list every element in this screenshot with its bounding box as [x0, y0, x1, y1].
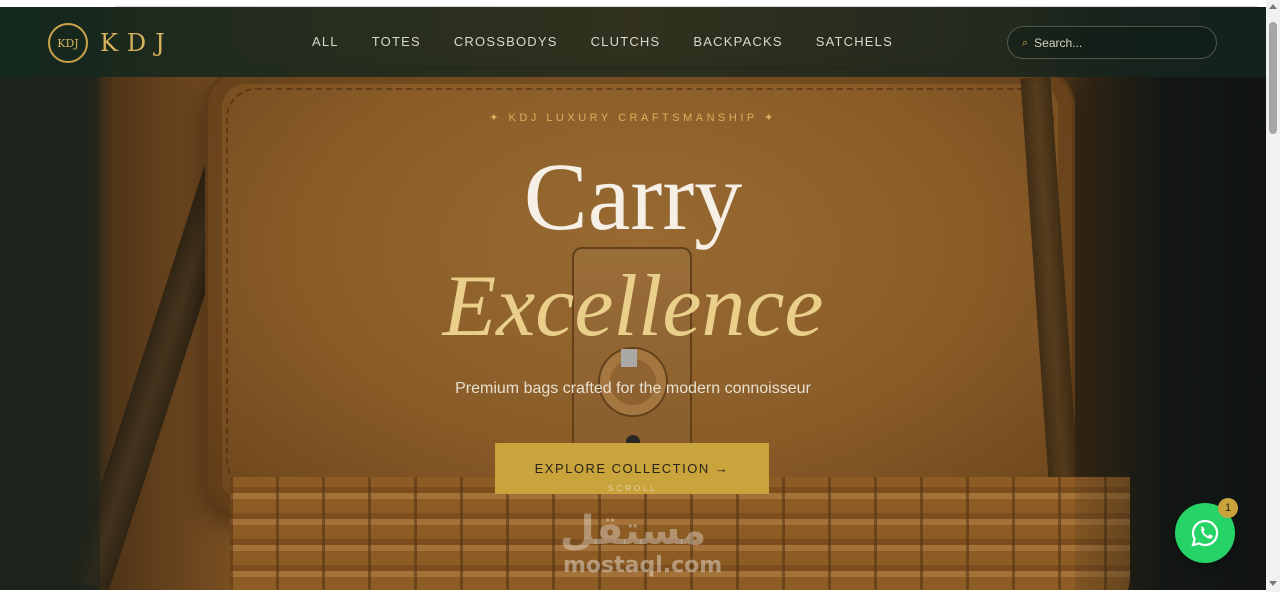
hero-title-line1: Carry [523, 143, 743, 250]
nav-link-all[interactable]: ALL [312, 34, 339, 49]
category-nav: ALL TOTES CROSSBODYS CLUTCHS BACKPACKS S… [312, 34, 893, 49]
search-box[interactable]: ⌕ [1007, 26, 1217, 59]
page-scrollbar[interactable] [1266, 0, 1280, 592]
scrollbar-thumb[interactable] [1269, 22, 1277, 134]
top-navbar: KDJ KDJ ALL TOTES CROSSBODYS CLUTCHS BAC… [0, 7, 1266, 77]
search-input[interactable] [1034, 35, 1195, 50]
scroll-down-arrow-icon[interactable] [1269, 581, 1277, 586]
logo-badge[interactable]: KDJ [48, 23, 88, 63]
hero-title-line2: Excellence [442, 258, 824, 355]
nav-link-backpacks[interactable]: BACKPACKS [693, 34, 782, 49]
nav-link-totes[interactable]: TOTES [372, 34, 421, 49]
whatsapp-badge: 1 [1218, 498, 1238, 518]
nav-link-crossbodys[interactable]: CROSSBODYS [454, 34, 558, 49]
brand-name[interactable]: KDJ [100, 29, 174, 57]
scroll-up-arrow-icon[interactable] [1269, 4, 1277, 9]
browser-top-strip [0, 0, 1266, 7]
watermark-arabic: مستقل [560, 508, 707, 554]
hero-eyebrow: ✦ KDJ LUXURY CRAFTSMANSHIP ✦ [489, 112, 777, 124]
whatsapp-icon [1191, 519, 1219, 547]
watermark-latin: mostaql.com [563, 553, 723, 578]
search-icon: ⌕ [1022, 35, 1029, 49]
scroll-indicator[interactable]: SCROLL [0, 484, 1266, 493]
nav-link-satchels[interactable]: SATCHELS [816, 34, 893, 49]
nav-link-clutchs[interactable]: CLUTCHS [591, 34, 661, 49]
hero-subtitle: Premium bags crafted for the modern conn… [455, 380, 811, 397]
